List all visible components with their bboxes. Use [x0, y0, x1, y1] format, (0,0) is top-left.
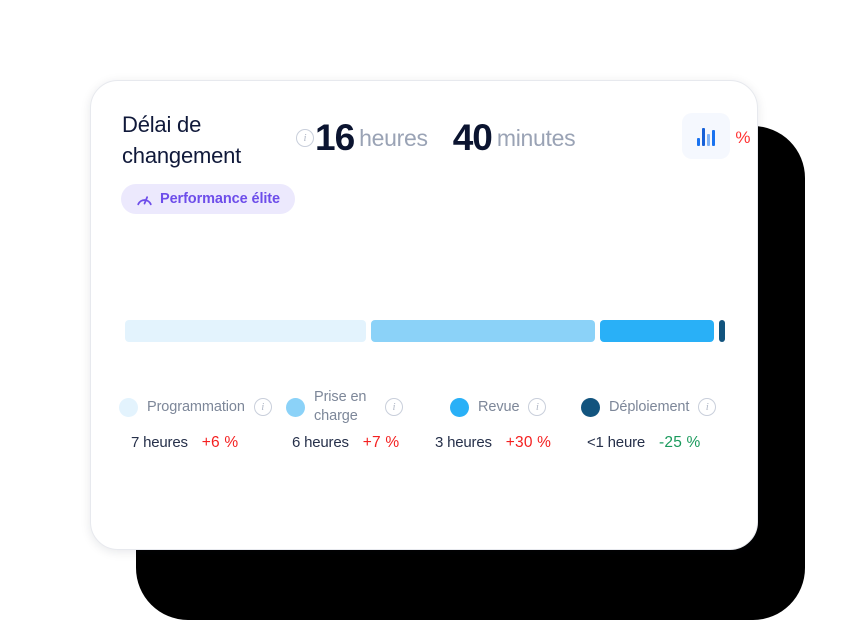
segment-values-row: 7 heures +6 % 6 heures +7 % 3 heures +30 % <1 … — [119, 434, 731, 458]
legend-item-label: Déploiement — [609, 398, 690, 415]
card-header: Délai de changement i 16 heures 40 minut… — [91, 81, 757, 201]
legend-item-label: Revue — [478, 398, 520, 415]
status-badge-label: Performance élite — [160, 191, 280, 207]
bar-segment[interactable] — [371, 320, 596, 342]
info-icon[interactable]: i — [296, 129, 314, 147]
bar-segment[interactable] — [125, 320, 367, 342]
segment-value: 3 heures +30 % — [435, 434, 551, 452]
metric-summary: i 16 heures 40 minutes — [296, 115, 576, 161]
legend-item[interactable]: Déploiement i — [581, 384, 717, 430]
legend-color-dot — [450, 397, 469, 417]
segment-delta: +6 % — [201, 434, 239, 451]
segment-value: 6 heures +7 % — [292, 434, 399, 452]
segment-duration: 7 heures — [131, 434, 188, 451]
segment-value: 7 heures +6 % — [131, 434, 238, 452]
segment-duration: 3 heures — [435, 434, 492, 451]
segment-delta: +7 % — [362, 434, 400, 451]
legend-color-dot — [119, 397, 138, 417]
bar-segment[interactable] — [719, 320, 725, 342]
legend-color-dot — [581, 397, 600, 417]
segment-value: <1 heure -25 % — [587, 434, 701, 452]
minutes-value: 40 — [452, 117, 493, 158]
legend-item[interactable]: Prise en charge i — [286, 384, 403, 430]
chart-legend: Programmation i Prise en charge i Revue i Dépl… — [119, 384, 731, 430]
segment-duration: <1 heure — [587, 434, 646, 451]
metric-card: Délai de changement i 16 heures 40 minut… — [90, 80, 758, 550]
hours-unit: heures — [359, 124, 428, 151]
stacked-bar-chart — [125, 320, 725, 342]
status-badge[interactable]: Performance élite — [121, 184, 295, 214]
segment-duration: 6 heures — [292, 434, 349, 451]
segment-delta: -25 % — [659, 434, 701, 451]
bar-chart-icon — [697, 128, 715, 146]
info-icon[interactable]: i — [528, 398, 547, 416]
legend-item[interactable]: Revue i — [450, 384, 547, 430]
info-icon[interactable]: i — [698, 398, 717, 416]
bar-segment[interactable] — [600, 320, 715, 342]
info-icon[interactable]: i — [385, 398, 403, 416]
legend-color-dot — [286, 397, 305, 417]
minutes-unit: minutes — [496, 124, 576, 151]
page-title: Délai de changement — [122, 112, 242, 168]
info-icon[interactable]: i — [253, 398, 272, 416]
hours-value: 16 — [315, 117, 355, 158]
chart-toggle-button[interactable] — [682, 113, 730, 159]
legend-item[interactable]: Programmation i — [119, 384, 272, 430]
legend-item-label: Programmation — [147, 398, 245, 415]
gauge-icon — [137, 196, 152, 206]
legend-item-label: Prise en charge — [314, 389, 367, 424]
segment-delta: +30 % — [505, 434, 552, 451]
